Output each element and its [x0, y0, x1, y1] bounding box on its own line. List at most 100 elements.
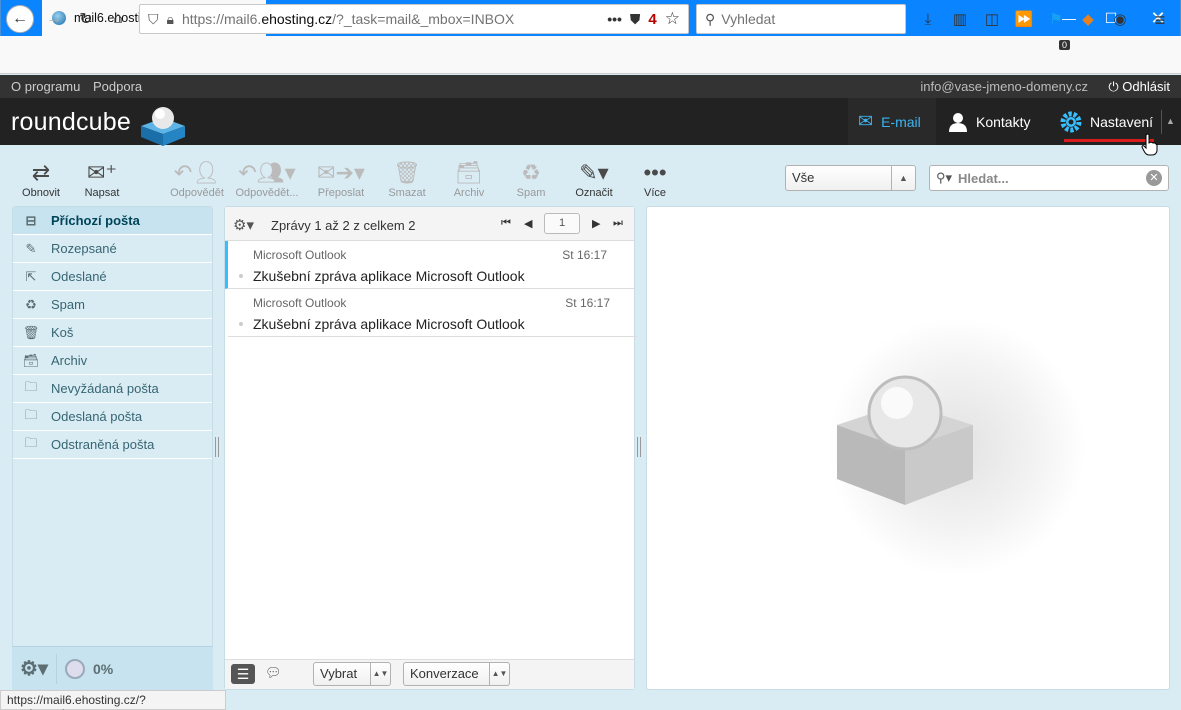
pocket-icon[interactable]: ⛊	[630, 11, 641, 28]
url-domain: ehosting.cz	[261, 11, 333, 27]
folder-splitter[interactable]	[215, 437, 219, 457]
mark-button[interactable]: ✎▾ Označit	[566, 159, 622, 199]
folder-label: Rozepsané	[51, 241, 117, 256]
mail-search-input[interactable]: ⚲▾ Hledat... ✕	[929, 165, 1169, 191]
filter-value: Vše	[792, 170, 815, 185]
more-button[interactable]: ••• Více	[627, 159, 683, 199]
archive-box-icon: 🗃︎	[455, 160, 483, 185]
thread-view-icon[interactable]: 💬︎	[265, 665, 282, 681]
message-filter-select[interactable]: Vše ▲	[785, 165, 916, 191]
refresh-button[interactable]: ⇄ Obnovit	[13, 159, 69, 199]
select-menu[interactable]: Vybrat ▲▼	[313, 662, 391, 686]
message-count-text: Zprávy 1 až 2 z celkem 2	[271, 218, 416, 233]
tab-email-label: E-mail	[881, 113, 921, 130]
search-icon: ⚲	[705, 10, 716, 27]
reply-all-label: Odpovědět...	[235, 187, 299, 199]
browser-nav-bar	[0, 36, 1181, 74]
page-actions-icon[interactable]: •••	[607, 11, 622, 27]
message-subject: Zkušební zpráva aplikace Microsoft Outlo…	[253, 316, 525, 332]
reply-label: Odpovědět	[170, 187, 224, 199]
compose-envelope-plus-icon: ✉⁺	[86, 160, 118, 185]
back-arrow-icon[interactable]: ←	[6, 5, 34, 33]
folder-settings-gear-icon[interactable]: ⚙▾	[20, 656, 48, 681]
tab-email[interactable]: ✉ E-mail	[848, 98, 936, 145]
home-icon[interactable]: ⌂	[104, 5, 132, 33]
menu-hamburger-icon[interactable]: ≡	[1150, 10, 1170, 30]
shield-icon[interactable]: ⛉	[148, 11, 159, 28]
extension-red-icon[interactable]: ⏩	[1014, 10, 1034, 30]
download-icon[interactable]: ⤓	[918, 10, 938, 30]
reload-icon[interactable]: ↻	[72, 5, 100, 33]
preview-pane	[646, 206, 1170, 690]
sidebar-icon[interactable]: ◫	[982, 10, 1002, 30]
person-icon	[949, 112, 967, 132]
roundcube-logo-icon	[141, 107, 185, 146]
message-status-dot-icon	[239, 322, 243, 326]
extension-ghost-icon[interactable]: ⚑	[1046, 10, 1066, 30]
reply-icon: ↶👤︎	[173, 160, 221, 185]
mark-label: Označit	[575, 187, 613, 199]
extension-badge[interactable]: 4	[648, 11, 656, 28]
folder-sent[interactable]: ⇱ Odeslané	[13, 263, 212, 291]
list-options-gear-icon[interactable]: ⚙▾	[233, 216, 254, 234]
header-separator	[1161, 110, 1162, 134]
lock-icon[interactable]: 🔒︎	[167, 11, 174, 28]
tab-contacts[interactable]: Kontakty	[938, 98, 1040, 145]
compose-button[interactable]: ✉⁺ Napsat	[74, 159, 130, 199]
message-subject: Zkušební zpráva aplikace Microsoft Outlo…	[253, 268, 525, 284]
folder-archive[interactable]: 🗃︎ Archiv	[13, 347, 212, 375]
list-view-icon[interactable]: ☰	[231, 664, 255, 684]
search-options-icon[interactable]: ⚲▾	[936, 170, 952, 186]
library-icon[interactable]: ▥	[950, 10, 970, 30]
trash-icon: 🗑︎	[393, 160, 421, 185]
last-page-icon[interactable]: ⏭	[613, 217, 623, 230]
folder-label: Odeslané	[51, 269, 107, 284]
browser-search-field[interactable]: ⚲ Vyhledat	[696, 4, 906, 34]
folder-label: Spam	[51, 297, 85, 312]
message-from: Microsoft Outlook	[253, 296, 347, 310]
support-link[interactable]: Podpora	[93, 79, 142, 94]
folder-trash[interactable]: 🗑︎ Koš	[13, 319, 212, 347]
spam-label: Spam	[516, 187, 546, 199]
spam-recycle-icon: ♻	[521, 160, 541, 185]
header-collapse-icon[interactable]: ▲	[1166, 116, 1175, 126]
url-bar[interactable]: ⛉ 🔒︎ https://mail6.ehosting.cz/?_task=ma…	[139, 4, 689, 34]
next-page-icon[interactable]: ▶	[592, 217, 600, 230]
prev-page-icon[interactable]: ◀	[524, 217, 532, 230]
threads-menu[interactable]: Konverzace ▲▼	[403, 662, 510, 686]
message-date: St 16:17	[565, 296, 610, 310]
folder-label: Nevyžádaná pošta	[51, 381, 159, 396]
page-number-input[interactable]: 1	[544, 213, 580, 234]
archive-button: 🗃︎ Archiv	[441, 159, 497, 199]
about-link[interactable]: O programu	[11, 79, 80, 94]
list-splitter[interactable]	[637, 437, 641, 457]
first-page-icon[interactable]: ⏮	[501, 217, 511, 230]
logout-link[interactable]: ⏻ Odhlásit	[1108, 79, 1170, 95]
message-list: ⚙▾ Zprávy 1 až 2 z celkem 2 ⏮ ◀ 1 ▶ ⏭ Mi…	[224, 206, 637, 690]
forward-label: Přeposlat	[317, 187, 365, 199]
folder-inbox[interactable]: ⊟ Příchozí pošta	[13, 207, 212, 235]
folder-sent-items[interactable]: 🗀 Odeslaná pošta	[13, 403, 212, 431]
folder-junk[interactable]: 🗀 Nevyžádaná pošta	[13, 375, 212, 403]
message-row[interactable]: Microsoft Outlook St 16:17 Zkušební zprá…	[228, 289, 637, 337]
more-label: Více	[643, 187, 666, 199]
reply-all-icon: ↶👥︎▾	[238, 160, 296, 185]
forward-arrow-icon[interactable]: →	[40, 5, 68, 33]
delete-label: Smazat	[388, 187, 426, 199]
folder-list: ⊟ Příchozí pošta ✎ Rozepsané ⇱ Odeslané ♻ Sp…	[12, 206, 213, 690]
folder-drafts[interactable]: ✎ Rozepsané	[13, 235, 212, 263]
bookmark-star-icon[interactable]: ☆	[665, 9, 680, 29]
account-icon[interactable]: ◉	[1110, 10, 1130, 30]
spam-button: ♻ Spam	[503, 159, 559, 199]
spam-recycle-icon: ♻	[25, 296, 37, 312]
message-row[interactable]: Microsoft Outlook St 16:17 Zkušební zprá…	[225, 241, 634, 289]
folder-deleted-items[interactable]: 🗀 Odstraněná pošta	[13, 431, 212, 459]
metamask-fox-icon[interactable]: ◆	[1078, 10, 1098, 30]
folder-spam[interactable]: ♻ Spam	[13, 291, 212, 319]
refresh-label: Obnovit	[22, 187, 60, 199]
trash-icon: 🗑︎	[22, 324, 40, 340]
select-label: Vybrat	[320, 666, 358, 681]
clear-search-icon[interactable]: ✕	[1146, 170, 1162, 186]
folder-label: Příchozí pošta	[51, 213, 140, 228]
select-arrows-icon: ▲	[891, 166, 915, 190]
